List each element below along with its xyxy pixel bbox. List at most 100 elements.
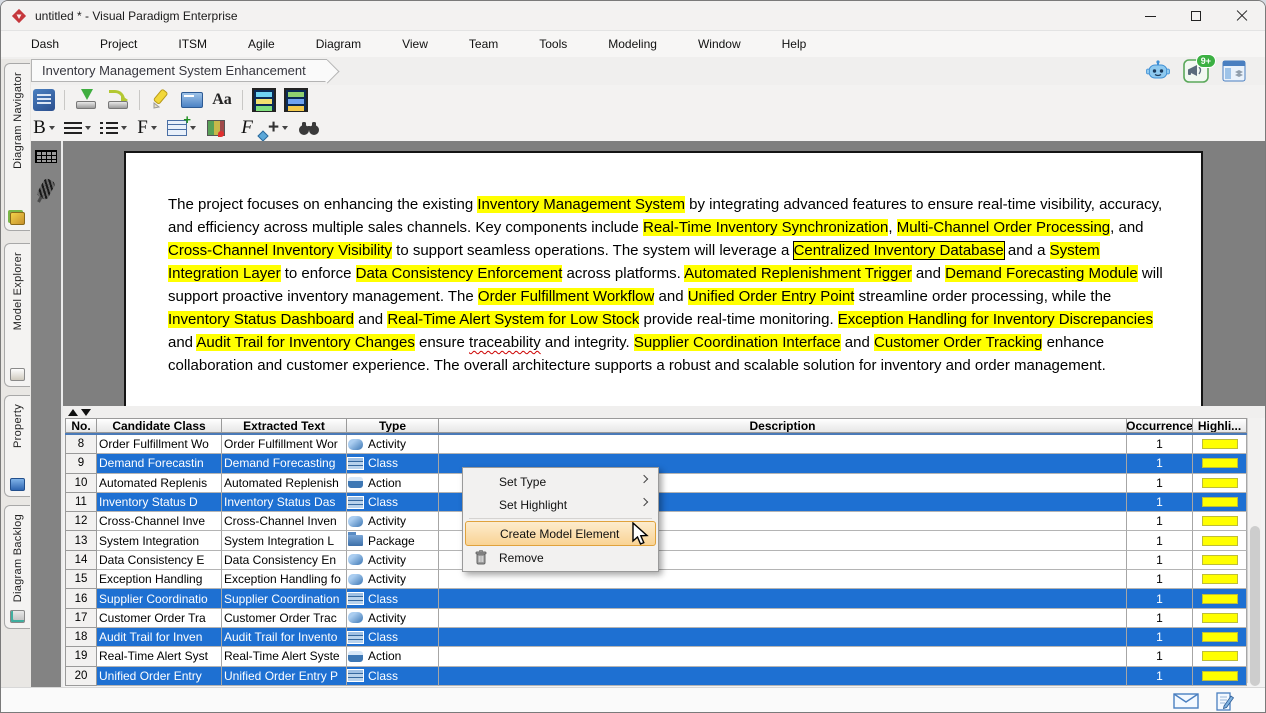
menu-view[interactable]: View: [388, 33, 442, 55]
extracted-text-cell[interactable]: Unified Order Entry P: [222, 667, 347, 686]
menu-dash[interactable]: Dash: [17, 33, 73, 55]
menu-team[interactable]: Team: [455, 33, 512, 55]
type-cell[interactable]: Activity: [347, 435, 439, 454]
description-cell[interactable]: [439, 570, 1127, 589]
extracted-text-cell[interactable]: Inventory Status Das: [222, 493, 347, 512]
type-cell[interactable]: Activity: [347, 512, 439, 531]
export-document-button[interactable]: [31, 87, 57, 112]
extracted-text-cell[interactable]: Customer Order Trac: [222, 609, 347, 628]
add-element-button[interactable]: +: [265, 115, 291, 140]
message-envelope-icon[interactable]: [1173, 692, 1199, 710]
column-header-candidateclass[interactable]: Candidate Class: [97, 418, 222, 433]
type-cell[interactable]: Class: [347, 454, 439, 473]
table-row[interactable]: 17Customer Order TraCustomer Order TracA…: [65, 609, 1247, 628]
description-cell[interactable]: [439, 667, 1127, 686]
panel-splitter[interactable]: [63, 406, 1266, 418]
menu-diagram[interactable]: Diagram: [302, 33, 375, 55]
font-button[interactable]: F: [134, 115, 160, 140]
grid-table-icon[interactable]: [35, 150, 57, 163]
candidate-class-cell[interactable]: Real-Time Alert Syst: [97, 647, 222, 666]
description-cell[interactable]: [439, 609, 1127, 628]
candidate-class-cell[interactable]: Cross-Channel Inve: [97, 512, 222, 531]
panel-layout-icon[interactable]: [1221, 59, 1247, 83]
highlight-cell[interactable]: [1193, 435, 1247, 454]
table-row[interactable]: 19Real-Time Alert SystReal-Time Alert Sy…: [65, 647, 1247, 666]
type-cell[interactable]: Activity: [347, 551, 439, 570]
close-button[interactable]: [1219, 1, 1265, 31]
highlighted-term[interactable]: Supplier Coordination Interface: [634, 334, 841, 351]
table-row[interactable]: 18Audit Trail for InvenAudit Trail for I…: [65, 628, 1247, 647]
context-menu-item-create-model-element[interactable]: Create Model Element: [465, 521, 656, 546]
type-cell[interactable]: Class: [347, 667, 439, 686]
new-window-button[interactable]: [179, 87, 205, 112]
column-header-highli[interactable]: Highli...: [1193, 418, 1247, 433]
highlight-cell[interactable]: [1193, 493, 1247, 512]
highlighted-term[interactable]: Automated Replenishment Trigger: [684, 265, 912, 282]
menu-window[interactable]: Window: [684, 33, 755, 55]
candidate-class-cell[interactable]: Customer Order Tra: [97, 609, 222, 628]
menu-itsm[interactable]: ITSM: [164, 33, 221, 55]
sidebar-tab-model-explorer[interactable]: Model Explorer: [4, 243, 30, 387]
extracted-text-cell[interactable]: Automated Replenish: [222, 474, 347, 493]
highlight-cell[interactable]: [1193, 570, 1247, 589]
highlight-cell[interactable]: [1193, 551, 1247, 570]
edit-note-icon[interactable]: [1215, 692, 1235, 712]
type-cell[interactable]: Class: [347, 589, 439, 608]
font-style-button[interactable]: Aa: [209, 87, 235, 112]
extracted-text-cell[interactable]: Real-Time Alert Syste: [222, 647, 347, 666]
sidebar-tab-property[interactable]: Property: [4, 395, 30, 497]
minimize-button[interactable]: [1127, 1, 1173, 31]
candidate-class-cell[interactable]: System Integration: [97, 531, 222, 550]
menu-modeling[interactable]: Modeling: [594, 33, 671, 55]
extracted-text-cell[interactable]: Demand Forecasting: [222, 454, 347, 473]
highlight-color-button[interactable]: [203, 115, 229, 140]
maximize-button[interactable]: [1173, 1, 1219, 31]
type-cell[interactable]: Action: [347, 474, 439, 493]
highlight-cell[interactable]: [1193, 512, 1247, 531]
description-cell[interactable]: [439, 647, 1127, 666]
diagram-view-button[interactable]: [250, 87, 278, 112]
description-cell[interactable]: [439, 589, 1127, 608]
highlight-cell[interactable]: [1193, 647, 1247, 666]
menu-project[interactable]: Project: [86, 33, 151, 55]
description-cell[interactable]: [439, 628, 1127, 647]
highlight-cell[interactable]: [1193, 454, 1247, 473]
candidate-class-cell[interactable]: Order Fulfillment Wo: [97, 435, 222, 454]
extracted-text-cell[interactable]: Data Consistency En: [222, 551, 347, 570]
assistant-robot-icon[interactable]: [1145, 59, 1171, 83]
export-button[interactable]: [104, 87, 132, 112]
highlight-cell[interactable]: [1193, 589, 1247, 608]
breadcrumb[interactable]: Inventory Management System Enhancement: [31, 59, 327, 82]
candidate-class-cell[interactable]: Data Consistency E: [97, 551, 222, 570]
extracted-text-cell[interactable]: Order Fulfillment Wor: [222, 435, 347, 454]
highlighted-term[interactable]: Data Consistency Enforcement: [356, 265, 563, 282]
menu-agile[interactable]: Agile: [234, 33, 289, 55]
highlighted-term[interactable]: Centralized Inventory Database: [794, 242, 1004, 259]
column-header-occurrence[interactable]: Occurrence: [1127, 418, 1193, 433]
extracted-text-cell[interactable]: Audit Trail for Invento: [222, 628, 347, 647]
column-header-type[interactable]: Type: [347, 418, 439, 433]
bold-button[interactable]: B: [31, 115, 57, 140]
collapse-up-icon[interactable]: [68, 409, 78, 416]
highlighted-term[interactable]: Exception Handling for Inventory Discrep…: [838, 311, 1153, 328]
highlighted-term[interactable]: Cross-Channel Inventory Visibility: [168, 242, 392, 259]
highlight-cell[interactable]: [1193, 531, 1247, 550]
candidate-class-cell[interactable]: Exception Handling: [97, 570, 222, 589]
collapse-down-icon[interactable]: [81, 409, 91, 416]
highlight-cell[interactable]: [1193, 667, 1247, 686]
menu-help[interactable]: Help: [768, 33, 821, 55]
candidate-class-cell[interactable]: Unified Order Entry: [97, 667, 222, 686]
list-button[interactable]: [98, 115, 129, 140]
table-row[interactable]: 8Order Fulfillment WoOrder Fulfillment W…: [65, 435, 1247, 454]
highlight-cell[interactable]: [1193, 474, 1247, 493]
highlighted-term[interactable]: Unified Order Entry Point: [688, 288, 855, 305]
type-cell[interactable]: Package: [347, 531, 439, 550]
candidate-class-cell[interactable]: Automated Replenis: [97, 474, 222, 493]
highlighted-term[interactable]: Customer Order Tracking: [874, 334, 1042, 351]
type-cell[interactable]: Activity: [347, 609, 439, 628]
description-cell[interactable]: [439, 435, 1127, 454]
highlighted-term[interactable]: Order Fulfillment Workflow: [478, 288, 654, 305]
candidate-class-cell[interactable]: Inventory Status D: [97, 493, 222, 512]
highlighted-term[interactable]: Real-Time Alert System for Low Stock: [387, 311, 639, 328]
column-header-description[interactable]: Description: [439, 418, 1127, 433]
